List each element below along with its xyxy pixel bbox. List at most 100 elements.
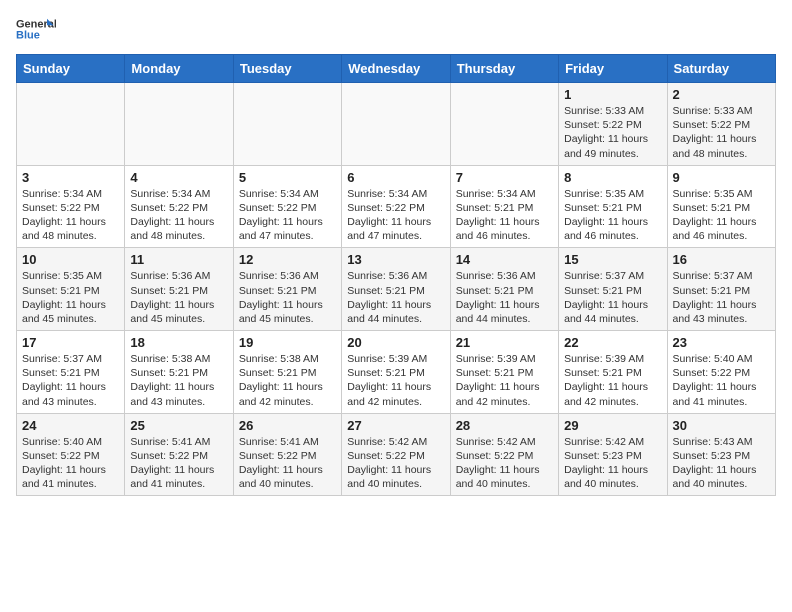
day-number: 6 bbox=[347, 170, 444, 185]
day-number: 2 bbox=[673, 87, 770, 102]
day-cell: 3 Sunrise: 5:34 AM Sunset: 5:22 PM Daylig… bbox=[17, 165, 125, 248]
day-info: Sunrise: 5:36 AM Sunset: 5:21 PM Dayligh… bbox=[456, 269, 553, 326]
day-cell: 5 Sunrise: 5:34 AM Sunset: 5:22 PM Daylig… bbox=[233, 165, 341, 248]
day-info: Sunrise: 5:33 AM Sunset: 5:22 PM Dayligh… bbox=[564, 104, 661, 161]
day-cell: 20 Sunrise: 5:39 AM Sunset: 5:21 PM Dayli… bbox=[342, 331, 450, 414]
day-cell: 7Sunrise: 5:34 AM Sunset: 5:21 PM Daylig… bbox=[450, 165, 558, 248]
day-number: 20 bbox=[347, 335, 444, 350]
day-number: 30 bbox=[673, 418, 770, 433]
day-cell: 21 Sunrise: 5:39 AM Sunset: 5:21 PM Dayli… bbox=[450, 331, 558, 414]
day-info: Sunrise: 5:35 AM Sunset: 5:21 PM Dayligh… bbox=[22, 269, 119, 326]
day-number: 5 bbox=[239, 170, 336, 185]
day-info: Sunrise: 5:36 AM Sunset: 5:21 PM Dayligh… bbox=[130, 269, 227, 326]
day-number: 22 bbox=[564, 335, 661, 350]
day-number: 16 bbox=[673, 252, 770, 267]
day-cell bbox=[17, 83, 125, 166]
weekday-header-tuesday: Tuesday bbox=[233, 55, 341, 83]
weekday-header-thursday: Thursday bbox=[450, 55, 558, 83]
day-cell bbox=[342, 83, 450, 166]
day-cell: 29 Sunrise: 5:42 AM Sunset: 5:23 PM Dayli… bbox=[559, 413, 667, 496]
day-info: Sunrise: 5:42 AM Sunset: 5:23 PM Dayligh… bbox=[564, 435, 661, 492]
day-cell bbox=[233, 83, 341, 166]
day-info: Sunrise: 5:37 AM Sunset: 5:21 PM Dayligh… bbox=[673, 269, 770, 326]
day-number: 21 bbox=[456, 335, 553, 350]
day-cell: 26 Sunrise: 5:41 AM Sunset: 5:22 PM Dayli… bbox=[233, 413, 341, 496]
week-row-1: 1 Sunrise: 5:33 AM Sunset: 5:22 PM Daylig… bbox=[17, 83, 776, 166]
day-cell: 22 Sunrise: 5:39 AM Sunset: 5:21 PM Dayli… bbox=[559, 331, 667, 414]
day-cell: 30 Sunrise: 5:43 AM Sunset: 5:23 PM Dayli… bbox=[667, 413, 775, 496]
day-info: Sunrise: 5:39 AM Sunset: 5:21 PM Dayligh… bbox=[347, 352, 444, 409]
day-cell: 17 Sunrise: 5:37 AM Sunset: 5:21 PM Dayli… bbox=[17, 331, 125, 414]
day-number: 1 bbox=[564, 87, 661, 102]
day-cell: 28 Sunrise: 5:42 AM Sunset: 5:22 PM Dayli… bbox=[450, 413, 558, 496]
day-info: Sunrise: 5:35 AM Sunset: 5:21 PM Dayligh… bbox=[673, 187, 770, 244]
day-info: Sunrise: 5:36 AM Sunset: 5:21 PM Dayligh… bbox=[239, 269, 336, 326]
day-cell: 15 Sunrise: 5:37 AM Sunset: 5:21 PM Dayli… bbox=[559, 248, 667, 331]
week-row-5: 24 Sunrise: 5:40 AM Sunset: 5:22 PM Dayli… bbox=[17, 413, 776, 496]
day-info: Sunrise: 5:35 AM Sunset: 5:21 PM Dayligh… bbox=[564, 187, 661, 244]
day-cell: 13 Sunrise: 5:36 AM Sunset: 5:21 PM Dayli… bbox=[342, 248, 450, 331]
day-number: 9 bbox=[673, 170, 770, 185]
weekday-header-wednesday: Wednesday bbox=[342, 55, 450, 83]
week-row-4: 17 Sunrise: 5:37 AM Sunset: 5:21 PM Dayli… bbox=[17, 331, 776, 414]
day-number: 24 bbox=[22, 418, 119, 433]
day-number: 14 bbox=[456, 252, 553, 267]
day-info: Sunrise: 5:42 AM Sunset: 5:22 PM Dayligh… bbox=[347, 435, 444, 492]
day-number: 19 bbox=[239, 335, 336, 350]
day-info: Sunrise: 5:33 AM Sunset: 5:22 PM Dayligh… bbox=[673, 104, 770, 161]
day-number: 23 bbox=[673, 335, 770, 350]
day-cell bbox=[125, 83, 233, 166]
day-number: 27 bbox=[347, 418, 444, 433]
day-info: Sunrise: 5:34 AM Sunset: 5:21 PM Dayligh… bbox=[456, 187, 553, 244]
day-cell: 18 Sunrise: 5:38 AM Sunset: 5:21 PM Dayli… bbox=[125, 331, 233, 414]
day-number: 3 bbox=[22, 170, 119, 185]
week-row-2: 3 Sunrise: 5:34 AM Sunset: 5:22 PM Daylig… bbox=[17, 165, 776, 248]
svg-text:Blue: Blue bbox=[16, 29, 40, 41]
weekday-header-monday: Monday bbox=[125, 55, 233, 83]
day-cell: 23Sunrise: 5:40 AM Sunset: 5:22 PM Dayli… bbox=[667, 331, 775, 414]
day-cell: 8 Sunrise: 5:35 AM Sunset: 5:21 PM Daylig… bbox=[559, 165, 667, 248]
day-number: 25 bbox=[130, 418, 227, 433]
page-header: General Blue bbox=[16, 16, 776, 46]
day-info: Sunrise: 5:40 AM Sunset: 5:22 PM Dayligh… bbox=[22, 435, 119, 492]
weekday-header-row: SundayMondayTuesdayWednesdayThursdayFrid… bbox=[17, 55, 776, 83]
weekday-header-friday: Friday bbox=[559, 55, 667, 83]
day-cell: 10 Sunrise: 5:35 AM Sunset: 5:21 PM Dayli… bbox=[17, 248, 125, 331]
day-cell: 2 Sunrise: 5:33 AM Sunset: 5:22 PM Daylig… bbox=[667, 83, 775, 166]
day-cell: 19 Sunrise: 5:38 AM Sunset: 5:21 PM Dayli… bbox=[233, 331, 341, 414]
day-info: Sunrise: 5:41 AM Sunset: 5:22 PM Dayligh… bbox=[130, 435, 227, 492]
logo: General Blue bbox=[16, 16, 56, 46]
day-cell: 25 Sunrise: 5:41 AM Sunset: 5:22 PM Dayli… bbox=[125, 413, 233, 496]
day-number: 17 bbox=[22, 335, 119, 350]
day-info: Sunrise: 5:38 AM Sunset: 5:21 PM Dayligh… bbox=[130, 352, 227, 409]
day-cell: 4 Sunrise: 5:34 AM Sunset: 5:22 PM Daylig… bbox=[125, 165, 233, 248]
day-info: Sunrise: 5:37 AM Sunset: 5:21 PM Dayligh… bbox=[22, 352, 119, 409]
week-row-3: 10 Sunrise: 5:35 AM Sunset: 5:21 PM Dayli… bbox=[17, 248, 776, 331]
day-number: 29 bbox=[564, 418, 661, 433]
day-info: Sunrise: 5:42 AM Sunset: 5:22 PM Dayligh… bbox=[456, 435, 553, 492]
day-info: Sunrise: 5:43 AM Sunset: 5:23 PM Dayligh… bbox=[673, 435, 770, 492]
day-info: Sunrise: 5:37 AM Sunset: 5:21 PM Dayligh… bbox=[564, 269, 661, 326]
day-number: 10 bbox=[22, 252, 119, 267]
day-cell: 24 Sunrise: 5:40 AM Sunset: 5:22 PM Dayli… bbox=[17, 413, 125, 496]
day-info: Sunrise: 5:38 AM Sunset: 5:21 PM Dayligh… bbox=[239, 352, 336, 409]
day-number: 4 bbox=[130, 170, 227, 185]
day-info: Sunrise: 5:41 AM Sunset: 5:22 PM Dayligh… bbox=[239, 435, 336, 492]
day-info: Sunrise: 5:34 AM Sunset: 5:22 PM Dayligh… bbox=[130, 187, 227, 244]
day-info: Sunrise: 5:34 AM Sunset: 5:22 PM Dayligh… bbox=[239, 187, 336, 244]
day-number: 8 bbox=[564, 170, 661, 185]
day-number: 26 bbox=[239, 418, 336, 433]
day-info: Sunrise: 5:36 AM Sunset: 5:21 PM Dayligh… bbox=[347, 269, 444, 326]
day-cell: 16 Sunrise: 5:37 AM Sunset: 5:21 PM Dayli… bbox=[667, 248, 775, 331]
weekday-header-saturday: Saturday bbox=[667, 55, 775, 83]
day-info: Sunrise: 5:34 AM Sunset: 5:22 PM Dayligh… bbox=[347, 187, 444, 244]
day-cell: 14 Sunrise: 5:36 AM Sunset: 5:21 PM Dayli… bbox=[450, 248, 558, 331]
day-info: Sunrise: 5:39 AM Sunset: 5:21 PM Dayligh… bbox=[564, 352, 661, 409]
day-number: 18 bbox=[130, 335, 227, 350]
day-number: 13 bbox=[347, 252, 444, 267]
logo-image: General Blue bbox=[16, 16, 56, 44]
day-number: 28 bbox=[456, 418, 553, 433]
day-info: Sunrise: 5:34 AM Sunset: 5:22 PM Dayligh… bbox=[22, 187, 119, 244]
day-info: Sunrise: 5:39 AM Sunset: 5:21 PM Dayligh… bbox=[456, 352, 553, 409]
day-number: 15 bbox=[564, 252, 661, 267]
